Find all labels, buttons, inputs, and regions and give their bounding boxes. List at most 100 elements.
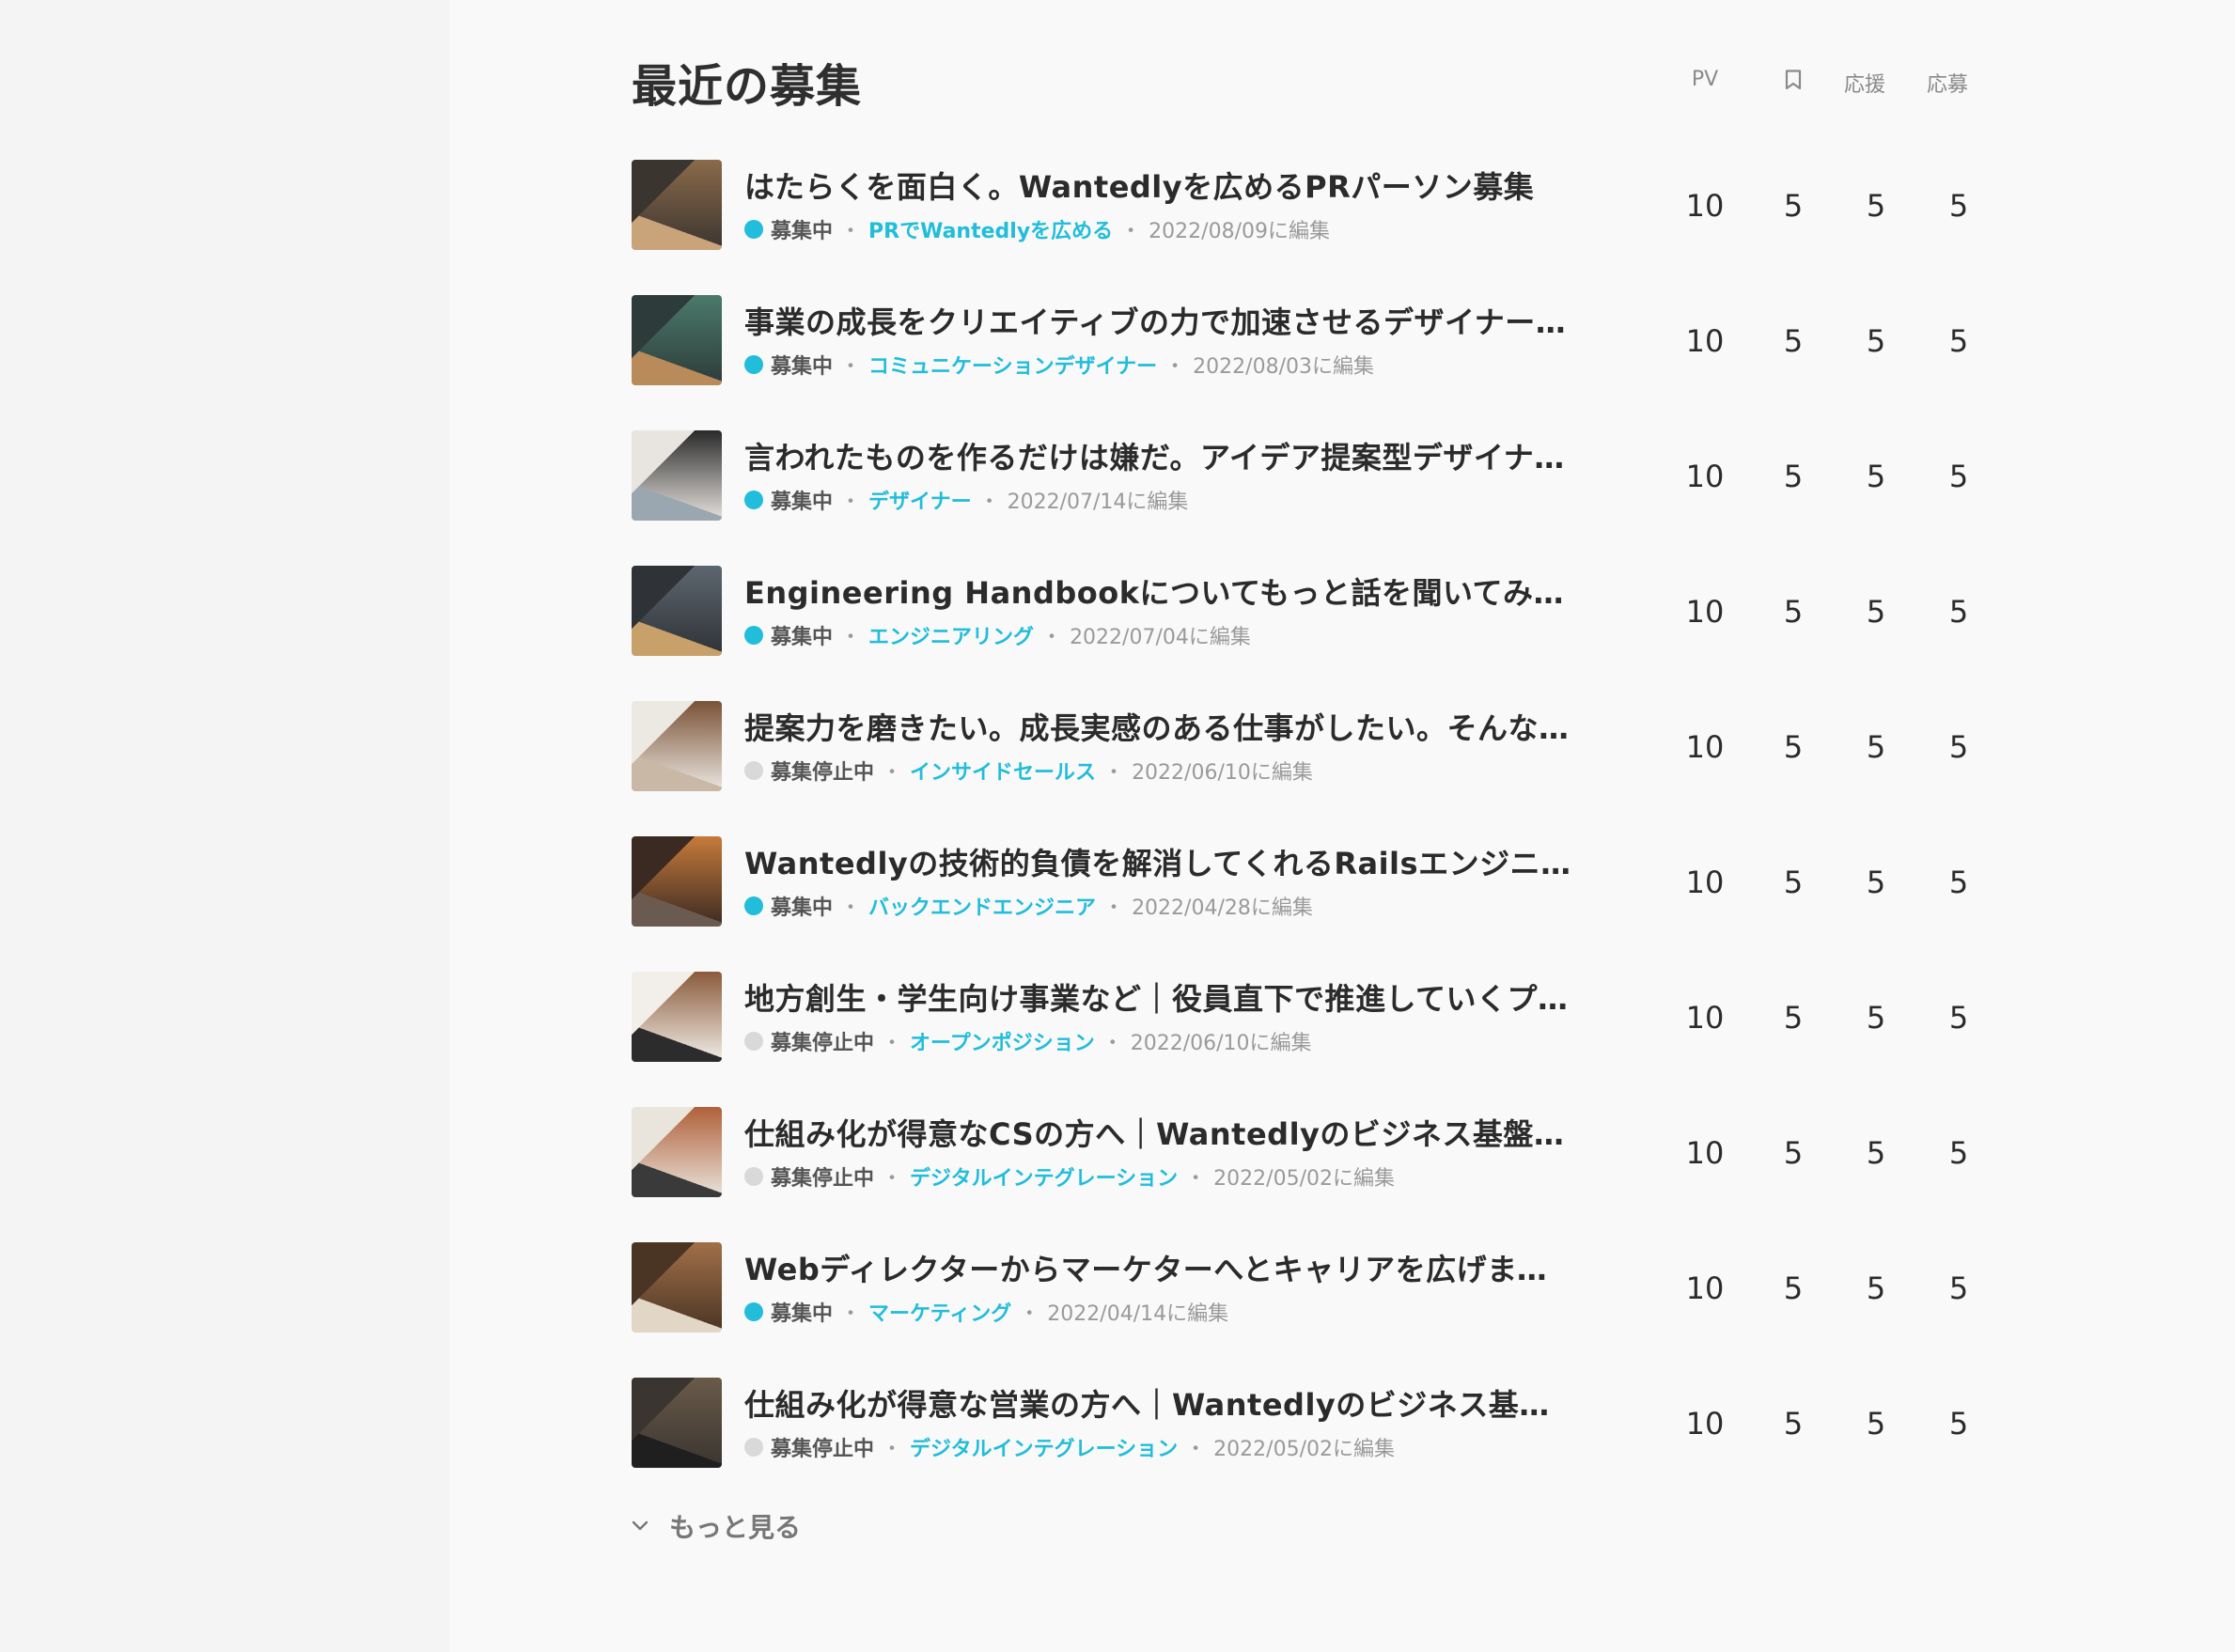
job-title[interactable]: Wantedlyの技術的負債を解消してくれるRailsエンジニア… <box>744 840 1571 883</box>
separator: ・ <box>840 491 862 514</box>
job-meta: 募集停止中 ・ インサイドセールス ・ 2022/06/10に編集 <box>744 756 1313 786</box>
job-row[interactable]: 仕組み化が得意な営業の方へ｜Wantedlyのビジネス基盤… 募集停止中 ・ デ… <box>632 1378 1976 1468</box>
status-badge: 募集中 <box>771 896 834 920</box>
separator: ・ <box>882 761 903 785</box>
separator: ・ <box>840 1302 862 1326</box>
job-row[interactable]: Webディレクターからマーケターへとキャリアを広げませ… 募集中 ・ マーケティ… <box>632 1242 1976 1333</box>
job-row[interactable]: 事業の成長をクリエイティブの力で加速させるデザイナー… 募集中 ・ コミュニケー… <box>632 295 1976 385</box>
role-link[interactable]: オープンポジション <box>910 1026 1095 1056</box>
edited-date: 2022/04/14に編集 <box>1047 1302 1229 1326</box>
status-badge: 募集中 <box>771 626 834 649</box>
apply-count: 5 <box>1948 323 1969 359</box>
job-thumbnail[interactable] <box>632 1242 722 1333</box>
separator: ・ <box>840 220 862 243</box>
bookmark-count: 5 <box>1783 1000 1804 1036</box>
separator: ・ <box>1185 1438 1207 1461</box>
job-thumbnail[interactable] <box>632 836 722 927</box>
job-meta: 募集中 ・ バックエンドエンジニア ・ 2022/04/28に編集 <box>744 891 1313 921</box>
job-meta: 募集中 ・ コミュニケーションデザイナー ・ 2022/08/03に編集 <box>744 350 1374 380</box>
role-link[interactable]: インサイドセールス <box>910 756 1096 786</box>
role-link[interactable]: コミュニケーションデザイナー <box>868 350 1157 380</box>
role-link[interactable]: PRでWantedlyを広める <box>868 214 1113 244</box>
column-header-cheer: 応援 <box>1843 73 1885 97</box>
chevron-down-icon <box>632 1520 649 1531</box>
role-link[interactable]: エンジニアリング <box>868 620 1034 650</box>
status-dot-icon <box>744 491 763 509</box>
pv-count: 10 <box>1685 594 1725 630</box>
job-thumbnail[interactable] <box>632 1107 722 1197</box>
job-row[interactable]: 仕組み化が得意なCSの方へ｜Wantedlyのビジネス基盤を… 募集停止中 ・ … <box>632 1107 1976 1197</box>
edited-date: 2022/06/10に編集 <box>1130 1032 1312 1055</box>
cheer-count: 5 <box>1866 729 1886 765</box>
apply-count: 5 <box>1948 1135 1969 1171</box>
apply-count: 5 <box>1948 1000 1969 1036</box>
pv-count: 10 <box>1685 459 1725 494</box>
status-dot-icon <box>744 626 763 645</box>
job-row[interactable]: はたらくを面白く。Wantedlyを広めるPRパーソン募集 募集中 ・ PRでW… <box>632 160 1976 250</box>
job-row[interactable]: 言われたものを作るだけは嫌だ。アイデア提案型デザイナ… 募集中 ・ デザイナー … <box>632 430 1976 521</box>
job-title[interactable]: 地方創生・学生向け事業など｜役員直下で推進していくプ… <box>744 975 1571 1019</box>
separator: ・ <box>978 491 1000 514</box>
column-header-apply: 応募 <box>1926 73 1968 97</box>
job-title[interactable]: Engineering Handbookについてもっと話を聞いてみたい <box>744 569 1571 613</box>
job-thumbnail[interactable] <box>632 160 722 250</box>
job-thumbnail[interactable] <box>632 566 722 656</box>
job-title[interactable]: 提案力を磨きたい。成長実感のある仕事がしたい。そんな… <box>744 705 1571 748</box>
cheer-count: 5 <box>1866 459 1886 494</box>
role-link[interactable]: バックエンドエンジニア <box>868 891 1096 921</box>
bookmark-count: 5 <box>1783 594 1804 630</box>
separator: ・ <box>1120 220 1142 243</box>
bookmark-count: 5 <box>1783 188 1804 224</box>
pv-count: 10 <box>1685 1270 1725 1306</box>
job-thumbnail[interactable] <box>632 972 722 1062</box>
job-title[interactable]: 事業の成長をクリエイティブの力で加速させるデザイナー… <box>744 299 1571 342</box>
edited-date: 2022/04/28に編集 <box>1132 896 1313 920</box>
bookmark-count: 5 <box>1783 865 1804 900</box>
status-badge: 募集中 <box>771 355 834 379</box>
pv-count: 10 <box>1685 729 1725 765</box>
separator: ・ <box>840 626 862 649</box>
show-more-button[interactable]: もっと見る <box>632 1507 801 1545</box>
job-title[interactable]: Webディレクターからマーケターへとキャリアを広げませ… <box>744 1246 1571 1289</box>
bookmark-count: 5 <box>1783 459 1804 494</box>
status-dot-icon <box>744 896 763 915</box>
status-badge: 募集停止中 <box>771 1438 875 1461</box>
apply-count: 5 <box>1948 865 1969 900</box>
separator: ・ <box>882 1032 903 1055</box>
apply-count: 5 <box>1948 729 1969 765</box>
job-meta: 募集中 ・ マーケティング ・ 2022/04/14に編集 <box>744 1297 1228 1327</box>
bookmark-count: 5 <box>1783 729 1804 765</box>
role-link[interactable]: デジタルインテグレーション <box>910 1161 1178 1192</box>
job-title[interactable]: 仕組み化が得意なCSの方へ｜Wantedlyのビジネス基盤を… <box>744 1111 1571 1154</box>
edited-date: 2022/07/14に編集 <box>1007 491 1189 514</box>
job-title[interactable]: はたらくを面白く。Wantedlyを広めるPRパーソン募集 <box>744 164 1571 207</box>
show-more-label: もっと見る <box>669 1512 802 1543</box>
job-thumbnail[interactable] <box>632 295 722 385</box>
separator: ・ <box>1019 1302 1040 1326</box>
job-thumbnail[interactable] <box>632 430 722 521</box>
pv-count: 10 <box>1685 1135 1725 1171</box>
job-meta: 募集停止中 ・ デジタルインテグレーション ・ 2022/05/02に編集 <box>744 1432 1395 1462</box>
apply-count: 5 <box>1948 594 1969 630</box>
job-title[interactable]: 仕組み化が得意な営業の方へ｜Wantedlyのビジネス基盤… <box>744 1381 1571 1425</box>
role-link[interactable]: デジタルインテグレーション <box>910 1432 1178 1462</box>
job-row[interactable]: Engineering Handbookについてもっと話を聞いてみたい 募集中 … <box>632 566 1976 656</box>
role-link[interactable]: デザイナー <box>868 485 972 515</box>
apply-count: 5 <box>1948 188 1969 224</box>
status-dot-icon <box>744 220 763 239</box>
job-title[interactable]: 言われたものを作るだけは嫌だ。アイデア提案型デザイナ… <box>744 434 1571 477</box>
job-row[interactable]: 地方創生・学生向け事業など｜役員直下で推進していくプ… 募集停止中 ・ オープン… <box>632 972 1976 1062</box>
cheer-count: 5 <box>1866 865 1886 900</box>
cheer-count: 5 <box>1866 594 1886 630</box>
job-row[interactable]: Wantedlyの技術的負債を解消してくれるRailsエンジニア… 募集中 ・ … <box>632 836 1976 927</box>
job-thumbnail[interactable] <box>632 701 722 791</box>
job-row[interactable]: 提案力を磨きたい。成長実感のある仕事がしたい。そんな… 募集停止中 ・ インサイ… <box>632 701 1976 791</box>
status-dot-icon <box>744 1167 763 1186</box>
status-badge: 募集中 <box>771 1302 834 1326</box>
pv-count: 10 <box>1685 1000 1725 1036</box>
edited-date: 2022/08/03に編集 <box>1193 355 1374 379</box>
status-dot-icon <box>744 1438 763 1457</box>
status-badge: 募集停止中 <box>771 761 875 785</box>
role-link[interactable]: マーケティング <box>868 1297 1011 1327</box>
job-thumbnail[interactable] <box>632 1378 722 1468</box>
